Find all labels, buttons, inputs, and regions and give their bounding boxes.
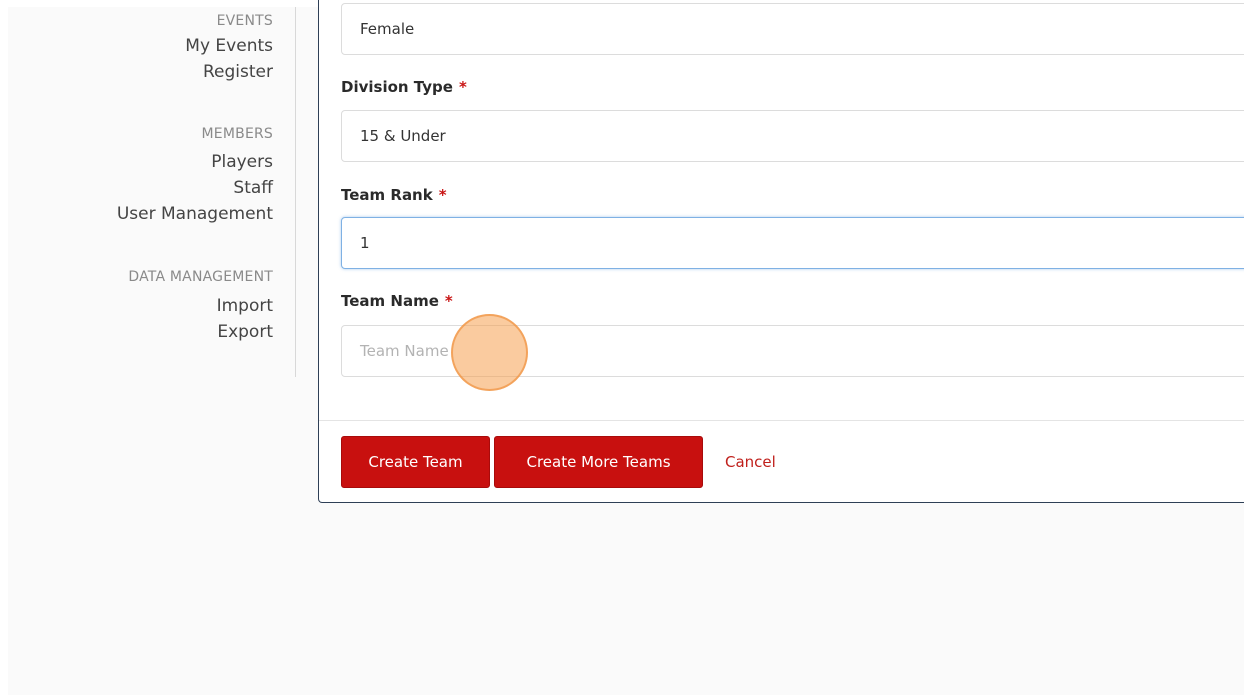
team-rank-input[interactable]: 1 (341, 217, 1244, 269)
required-marker: * (444, 292, 453, 310)
create-team-form: Female Division Type * 15 & Under Team Ra… (318, 0, 1244, 503)
sidebar: EVENTS My Events Register MEMBERS Player… (8, 7, 296, 377)
sidebar-item-my-events[interactable]: My Events (185, 32, 273, 61)
sidebar-heading-events: EVENTS (216, 13, 273, 29)
team-name-label: Team Name * (341, 292, 453, 310)
gender-select[interactable]: Female (341, 3, 1244, 55)
sidebar-section-members: MEMBERS Players Staff User Management (117, 123, 273, 229)
division-type-label: Division Type * (341, 78, 467, 96)
create-more-teams-button[interactable]: Create More Teams (494, 436, 703, 488)
cancel-link[interactable]: Cancel (725, 436, 776, 488)
team-name-input[interactable]: Team Name (341, 325, 1244, 377)
sidebar-item-export[interactable]: Export (128, 318, 273, 347)
required-marker: * (458, 78, 467, 96)
team-rank-label-text: Team Rank (341, 186, 433, 204)
sidebar-section-data-management: DATA MANAGEMENT Import Export (128, 266, 273, 347)
division-type-select[interactable]: 15 & Under (341, 110, 1244, 162)
division-type-label-text: Division Type (341, 78, 453, 96)
required-marker: * (438, 186, 447, 204)
sidebar-item-players[interactable]: Players (117, 148, 273, 177)
form-footer-divider (319, 420, 1244, 421)
sidebar-heading-members: MEMBERS (201, 126, 273, 142)
sidebar-item-user-management[interactable]: User Management (117, 200, 273, 229)
sidebar-heading-data-management: DATA MANAGEMENT (128, 269, 273, 285)
team-rank-label: Team Rank * (341, 186, 447, 204)
create-team-button[interactable]: Create Team (341, 436, 490, 488)
sidebar-item-import[interactable]: Import (128, 292, 273, 321)
team-name-label-text: Team Name (341, 292, 439, 310)
sidebar-item-register[interactable]: Register (185, 58, 273, 87)
sidebar-item-staff[interactable]: Staff (117, 174, 273, 203)
sidebar-section-events: EVENTS My Events Register (185, 10, 273, 87)
